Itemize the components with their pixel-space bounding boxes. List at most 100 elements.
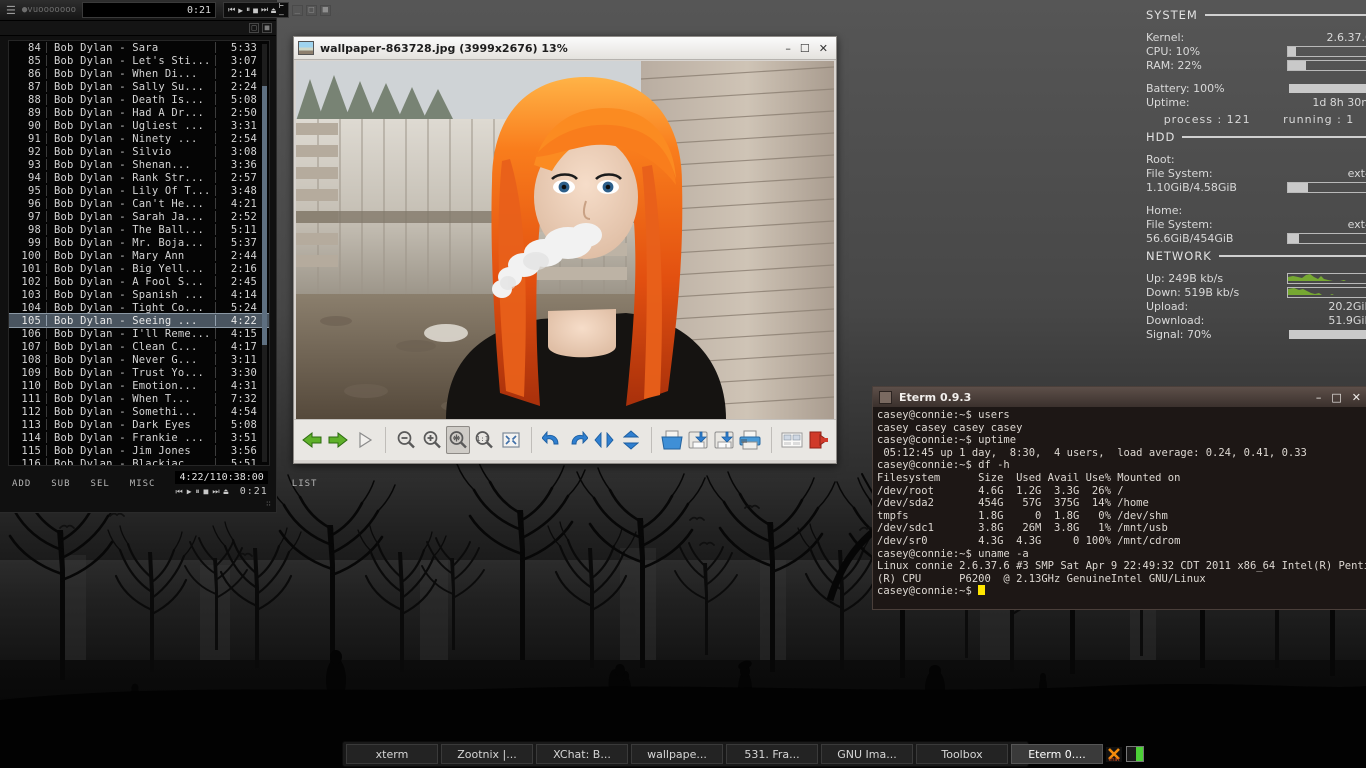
xchat-tray-icon[interactable]: chat: [1106, 746, 1122, 762]
playlist-track-row[interactable]: 104 Bob Dylan - Tight Co... 5:24: [9, 301, 269, 314]
taskbar-button[interactable]: XChat: B...: [536, 744, 628, 764]
maximize-icon[interactable]: □: [305, 4, 317, 16]
taskbar-button[interactable]: GNU Ima...: [821, 744, 913, 764]
flip-vertical-button[interactable]: [618, 426, 642, 454]
zoom-out-button[interactable]: [394, 426, 418, 454]
playlist-track-row[interactable]: 91 Bob Dylan - Ninety ... 2:54: [9, 132, 269, 145]
playlist-track-row[interactable]: 99 Bob Dylan - Mr. Boja... 5:37: [9, 236, 269, 249]
eterm-window[interactable]: Eterm 0.9.3 – □ ✕ casey@connie:~$ users c…: [872, 386, 1366, 610]
mini-stop-icon[interactable]: ■: [204, 487, 210, 496]
taskbar-button[interactable]: Toolbox: [916, 744, 1008, 764]
playlist-track-row[interactable]: 111 Bob Dylan - When T... 7:32: [9, 392, 269, 405]
taskbar[interactable]: xterm Zootnix |... XChat: B... wallpape... 5…: [342, 741, 1144, 767]
playlist-scrollbar[interactable]: [262, 44, 267, 462]
skip-back-icon[interactable]: ⏮: [228, 5, 235, 15]
taskbar-button[interactable]: Eterm 0....: [1011, 744, 1103, 764]
list-button[interactable]: LIST: [292, 479, 318, 489]
fullscreen-button[interactable]: [499, 426, 523, 454]
playlist-track-row[interactable]: 107 Bob Dylan - Clean C... 4:17: [9, 340, 269, 353]
taskbar-button[interactable]: 531. Fra...: [726, 744, 818, 764]
playlist-track-row[interactable]: 112 Bob Dylan - Somethi... 4:54: [9, 405, 269, 418]
rotate-right-button[interactable]: [566, 426, 590, 454]
playlist-track-row[interactable]: 97 Bob Dylan - Sarah Ja... 2:52: [9, 210, 269, 223]
close-icon[interactable]: ✕: [1352, 391, 1361, 404]
zoom-fit-button[interactable]: [446, 426, 471, 454]
playlist-track-row[interactable]: 87 Bob Dylan - Sally Su... 2:24: [9, 80, 269, 93]
image-viewer-window[interactable]: wallpaper-863728.jpg (3999x2676) 13% – ☐…: [293, 36, 837, 464]
stop-icon[interactable]: ■: [253, 6, 258, 15]
minimize-icon[interactable]: –: [1316, 391, 1322, 404]
playlist-track-row[interactable]: 102 Bob Dylan - A Fool S... 2:45: [9, 275, 269, 288]
player-footer[interactable]: ADD SUB SEL MISC 4:22/110:38:00 ⏮ ▶ ⏸ ■ …: [0, 456, 316, 512]
volume-slider-icon[interactable]: ⊢—: [279, 1, 284, 19]
maximize-icon[interactable]: ☐: [800, 43, 810, 54]
mini-pause-icon[interactable]: ⏸: [196, 487, 201, 497]
play-icon[interactable]: ▶: [238, 6, 243, 15]
sub-button[interactable]: SUB: [51, 479, 70, 489]
viewer-window-buttons[interactable]: – ☐ ✕: [785, 43, 832, 54]
save-as-button[interactable]: [712, 426, 736, 454]
taskbar-button[interactable]: wallpape...: [631, 744, 723, 764]
system-tray[interactable]: chat: [1106, 746, 1147, 762]
playlist-track-row[interactable]: 108 Bob Dylan - Never G... 3:11: [9, 353, 269, 366]
playlist-track-row[interactable]: 110 Bob Dylan - Emotion... 4:31: [9, 379, 269, 392]
playlist-track-row[interactable]: 101 Bob Dylan - Big Yell... 2:16: [9, 262, 269, 275]
playlist-track-row[interactable]: 105 Bob Dylan - Seeing ... 4:22: [9, 313, 269, 328]
playlist-track-row[interactable]: 109 Bob Dylan - Trust Yo... 3:30: [9, 366, 269, 379]
playlist-track-row[interactable]: 96 Bob Dylan - Can't He... 4:21: [9, 197, 269, 210]
viewer-titlebar[interactable]: wallpaper-863728.jpg (3999x2676) 13% – ☐…: [294, 37, 836, 60]
taskbar-button[interactable]: xterm: [346, 744, 438, 764]
viewer-image-canvas[interactable]: [296, 61, 834, 419]
resize-grip-icon[interactable]: ∷: [266, 499, 272, 508]
minimize-icon[interactable]: _: [291, 4, 303, 16]
playlist-track-row[interactable]: 86 Bob Dylan - When Di... 2:14: [9, 67, 269, 80]
playlist-track-row[interactable]: 103 Bob Dylan - Spanish ... 4:14: [9, 288, 269, 301]
playlist-scrollbar-thumb[interactable]: [262, 85, 267, 345]
mini-skip-forward-icon[interactable]: ⏭: [212, 487, 220, 497]
playlist-track-row[interactable]: 85 Bob Dylan - Let's Sti... 3:07: [9, 54, 269, 67]
print-button[interactable]: [738, 426, 762, 454]
eterm-output[interactable]: casey@connie:~$ users casey casey casey c…: [873, 407, 1366, 609]
close-icon[interactable]: ■: [319, 4, 331, 16]
exit-button[interactable]: [806, 426, 830, 454]
previous-image-button[interactable]: [300, 426, 324, 454]
mini-skip-back-icon[interactable]: ⏮: [175, 487, 183, 497]
close-icon[interactable]: ✕: [819, 43, 828, 54]
playlist[interactable]: 84 Bob Dylan - Sara 5:33 85 Bob Dylan - Let'…: [8, 40, 270, 466]
playlist-track-row[interactable]: 88 Bob Dylan - Death Is... 5:08: [9, 93, 269, 106]
playlist-track-row[interactable]: 93 Bob Dylan - Shenan... 3:36: [9, 158, 269, 171]
player-window-buttons[interactable]: _ □ ■: [291, 4, 333, 16]
music-player-window[interactable]: ☰ ● v u o o o o o o o 0:21 ⏮ ▶ ⏸ ■ ⏭ ⏏ ⊢— _ □ ■: [0, 0, 331, 513]
skip-forward-icon[interactable]: ⏭: [261, 5, 268, 15]
playlist-track-row[interactable]: 114 Bob Dylan - Frankie ... 3:51: [9, 431, 269, 444]
rotate-left-button[interactable]: [540, 426, 564, 454]
eject-icon[interactable]: ⏏: [271, 6, 276, 15]
playlist-close-icon[interactable]: ■: [262, 23, 272, 33]
terminal-prompt-line[interactable]: casey@connie:~$: [877, 585, 1363, 598]
flip-horizontal-button[interactable]: [592, 426, 616, 454]
playlist-track-row[interactable]: 90 Bob Dylan - Ugliest ... 3:31: [9, 119, 269, 132]
playlist-track-row[interactable]: 84 Bob Dylan - Sara 5:33: [9, 41, 269, 54]
taskbar-button[interactable]: Zootnix |...: [441, 744, 533, 764]
zoom-in-button[interactable]: [420, 426, 444, 454]
maximize-icon[interactable]: □: [1331, 391, 1341, 404]
pause-icon[interactable]: ⏸: [246, 5, 250, 15]
open-file-button[interactable]: [660, 426, 684, 454]
player-transport-controls[interactable]: ⏮ ▶ ⏸ ■ ⏭ ⏏ ⊢—: [223, 1, 289, 19]
eterm-titlebar[interactable]: Eterm 0.9.3 – □ ✕: [873, 387, 1366, 407]
playlist-track-row[interactable]: 100 Bob Dylan - Mary Ann 2:44: [9, 249, 269, 262]
playlist-track-row[interactable]: 106 Bob Dylan - I'll Reme... 4:15: [9, 327, 269, 340]
playlist-track-row[interactable]: 94 Bob Dylan - Rank Str... 2:57: [9, 171, 269, 184]
battery-tray-icon[interactable]: [1126, 746, 1144, 762]
mini-play-icon[interactable]: ▶: [187, 487, 193, 496]
playlist-track-row[interactable]: 92 Bob Dylan - Silvio 3:08: [9, 145, 269, 158]
menu-icon[interactable]: ☰: [3, 5, 19, 16]
add-button[interactable]: ADD: [12, 479, 31, 489]
misc-button[interactable]: MISC: [130, 479, 156, 489]
playlist-track-row[interactable]: 98 Bob Dylan - The Ball... 5:11: [9, 223, 269, 236]
eterm-window-buttons[interactable]: – □ ✕: [1316, 391, 1361, 404]
player-titlebar[interactable]: ☰ ● v u o o o o o o o 0:21 ⏮ ▶ ⏸ ■ ⏭ ⏏ ⊢— _ □ ■: [0, 0, 331, 21]
save-button[interactable]: [686, 426, 710, 454]
minimize-icon[interactable]: –: [785, 43, 791, 54]
thumbnails-button[interactable]: [779, 426, 803, 454]
